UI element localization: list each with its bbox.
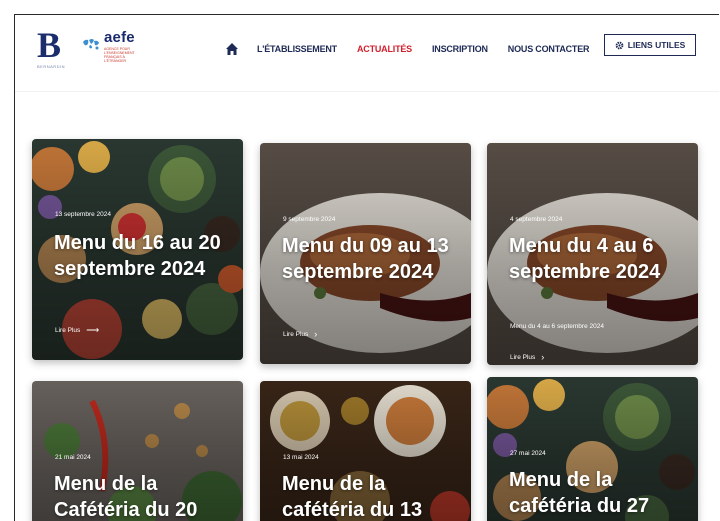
card-title[interactable]: Menu du 09 au 13 septembre 2024	[282, 233, 452, 285]
news-card[interactable]: 13 septembre 2024 Menu du 16 au 20 septe…	[32, 139, 243, 360]
card-title[interactable]: Menu du 16 au 20 septembre 2024	[54, 230, 224, 282]
chevron-right-icon: ›	[541, 352, 545, 362]
world-map-icon	[81, 37, 101, 51]
card-date: 13 septembre 2024	[55, 211, 112, 218]
card-excerpt: Menu du 4 au 6 septembre 2024	[510, 323, 604, 330]
browser-viewport: B BERNARDIN aefe AGENCE POUR L'ENSEIGNEM…	[14, 14, 719, 521]
main-nav: L'ÉTABLISSEMENT ACTUALITÉS INSCRIPTION N…	[225, 39, 609, 59]
nav-item-contact[interactable]: NOUS CONTACTER	[508, 44, 590, 54]
school-logo[interactable]: B BERNARDIN	[37, 27, 71, 69]
card-title[interactable]: Menu de la cafétéria du 27	[509, 467, 679, 519]
useful-links-button[interactable]: LIENS UTILES	[604, 34, 696, 56]
nav-item-actualites[interactable]: ACTUALITÉS	[357, 44, 412, 54]
news-card[interactable]: 27 mai 2024 Menu de la cafétéria du 27	[487, 377, 698, 521]
news-card[interactable]: 4 septembre 2024 Menu du 4 au 6 septembr…	[487, 143, 698, 365]
card-date: 9 septembre 2024	[283, 216, 336, 223]
site-header: B BERNARDIN aefe AGENCE POUR L'ENSEIGNEM…	[15, 15, 719, 92]
home-icon[interactable]	[225, 42, 239, 56]
card-title[interactable]: Menu de la cafétéria du 13	[282, 471, 452, 521]
read-more-link[interactable]: Lire Plus ⟶	[55, 325, 99, 336]
gear-icon	[615, 41, 624, 49]
news-card[interactable]: 9 septembre 2024 Menu du 09 au 13 septem…	[260, 143, 471, 364]
read-more-link[interactable]: Lire Plus ›	[510, 352, 544, 362]
card-date: 21 mai 2024	[55, 454, 91, 461]
aefe-logo[interactable]: aefe AGENCE POUR L'ENSEIGNEMENT FRANÇAIS…	[81, 27, 145, 63]
read-more-link[interactable]: Lire Plus ›	[283, 329, 317, 339]
news-card[interactable]: 21 mai 2024 Menu de la Cafétéria du 20	[32, 381, 243, 521]
card-title[interactable]: Menu du 4 au 6 septembre 2024	[509, 233, 679, 285]
nav-item-inscription[interactable]: INSCRIPTION	[432, 44, 488, 54]
news-card[interactable]: 13 mai 2024 Menu de la cafétéria du 13	[260, 381, 471, 521]
card-date: 4 septembre 2024	[510, 216, 563, 223]
card-title[interactable]: Menu de la Cafétéria du 20	[54, 471, 224, 521]
useful-links-label: LIENS UTILES	[627, 40, 686, 50]
card-date: 13 mai 2024	[283, 454, 319, 461]
nav-item-etablissement[interactable]: L'ÉTABLISSEMENT	[257, 44, 337, 54]
arrow-right-icon: ⟶	[86, 325, 100, 335]
chevron-right-icon: ›	[314, 329, 318, 339]
card-date: 27 mai 2024	[510, 450, 546, 457]
